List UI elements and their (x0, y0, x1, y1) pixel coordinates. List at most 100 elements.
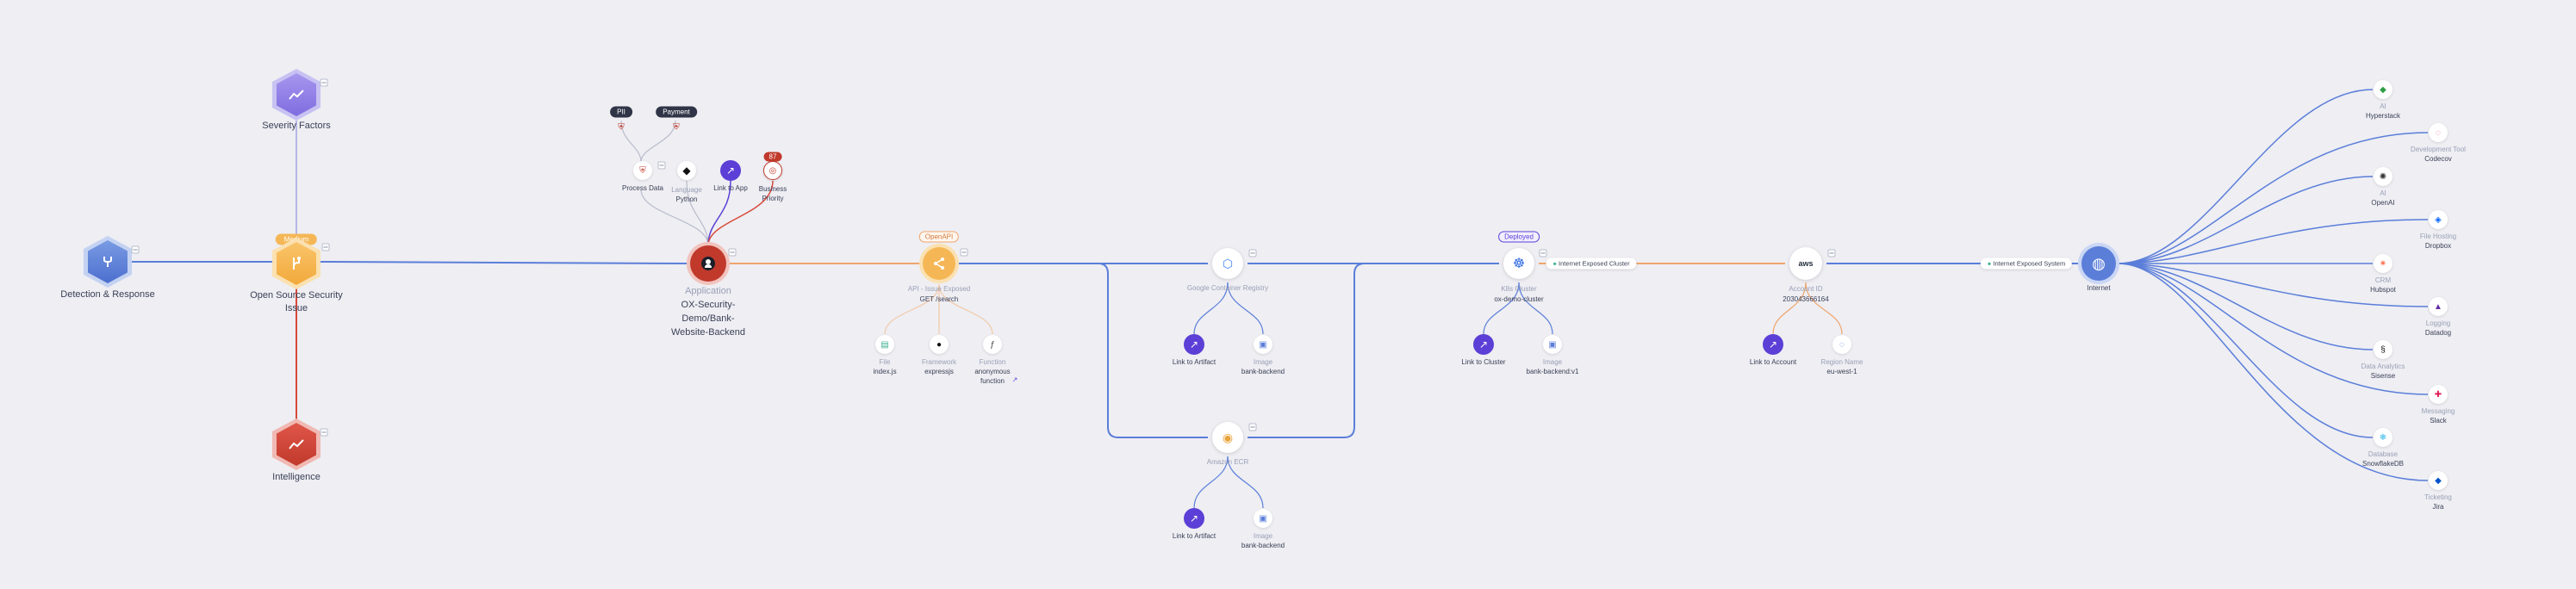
service-label: Development Tool Codecov (2411, 146, 2466, 163)
collapse-toggle[interactable] (1248, 249, 1257, 257)
external-link-icon[interactable]: ↗ (1184, 508, 1204, 529)
image-icon[interactable]: ▣ (1254, 335, 1272, 354)
detection-response-node[interactable] (84, 236, 132, 288)
service-label: CRM Hubspot (2370, 276, 2396, 294)
severity-factors-label: Severity Factors (262, 121, 331, 131)
tag-payment: Payment (656, 106, 697, 118)
amazon-ecr-icon[interactable]: ◉ (1212, 422, 1243, 453)
priority-score-badge: 87 (763, 152, 782, 162)
image-icon[interactable]: ▣ (1543, 335, 1562, 354)
shield-icon: ⛨ (618, 122, 625, 133)
express-icon[interactable]: ● (930, 335, 949, 354)
severity-factors-node[interactable] (272, 69, 320, 121)
external-link-icon[interactable]: ↗ (1473, 334, 1494, 355)
share-icon[interactable] (923, 247, 955, 280)
external-link-icon[interactable]: ↗ (1184, 334, 1204, 355)
jira-icon[interactable]: ◆ (2429, 471, 2448, 490)
fork-icon (88, 240, 128, 283)
collapse-toggle[interactable] (728, 248, 737, 257)
collapse-toggle[interactable] (960, 248, 968, 257)
openapi-badge: OpenAPI (918, 231, 960, 243)
shield-icon[interactable]: ⛨ (633, 161, 652, 180)
image-icon[interactable]: ▣ (1254, 509, 1272, 528)
python-icon[interactable]: ◆ (677, 161, 696, 180)
globe-icon: ● (1987, 259, 1992, 268)
service-label: Logging Datadog (2424, 319, 2452, 337)
tag-pii: PII (610, 106, 632, 118)
chart-line-icon (277, 73, 316, 116)
aws-link-label: Link to Account (1749, 358, 1797, 366)
codecov-icon[interactable]: ◌ (2429, 123, 2448, 142)
process-data-label: Process Data (621, 184, 664, 192)
globe-icon[interactable]: ◍ (2081, 246, 2116, 281)
branch-icon (277, 242, 316, 285)
ecr-image-label: Image bank-backend (1241, 532, 1285, 549)
service-label: File Hosting Dropbox (2419, 232, 2457, 250)
edge-ecr-k8s (1248, 263, 1499, 438)
dropbox-icon[interactable]: ◈ (2429, 210, 2448, 229)
language-label: Language Python (671, 186, 702, 203)
collapse-toggle[interactable] (320, 428, 328, 437)
deployed-badge: Deployed (1498, 231, 1540, 243)
edge-internet-service (2117, 263, 2374, 438)
collapse-toggle[interactable] (1539, 249, 1547, 257)
function-icon[interactable]: ƒ (983, 335, 1002, 354)
internet-label: Internet (2087, 284, 2111, 292)
intelligence-node[interactable] (272, 418, 320, 470)
service-label: Ticketing Jira (2424, 493, 2452, 511)
service-label: AI OpenAI (2371, 189, 2395, 207)
internet-exposed-system-tag: ● Internet Exposed System (1980, 257, 2073, 270)
api-label: API - Issue Exposed GET /search (907, 285, 971, 303)
oss-issue-node[interactable] (272, 238, 320, 289)
target-icon[interactable]: ◎ (763, 161, 782, 180)
external-link-icon[interactable]: ↗ (1012, 376, 1018, 384)
collapse-toggle[interactable] (320, 78, 328, 87)
sisense-icon[interactable]: § (2374, 340, 2392, 359)
kubernetes-icon[interactable]: ☸ (1503, 248, 1534, 279)
gcr-link-label: Link to Artifact (1172, 358, 1216, 366)
edge-payment-processdata (640, 120, 676, 163)
ecr-label: Amazon ECR (1206, 458, 1249, 466)
service-label: Database SnowflakeDB (2361, 450, 2405, 468)
collapse-toggle[interactable] (321, 243, 330, 251)
service-label: AI Hyperstack (2365, 102, 2401, 120)
file-label: File index.js (873, 358, 897, 375)
external-link-icon[interactable]: ↗ (720, 160, 741, 181)
datadog-icon[interactable]: ▲ (2429, 297, 2448, 316)
hyperstack-icon[interactable]: ◆ (2374, 80, 2392, 99)
intelligence-label: Intelligence (272, 472, 320, 482)
file-icon[interactable]: ▤ (875, 335, 894, 354)
edge-oss-app (320, 261, 690, 264)
slack-icon[interactable]: ✚ (2429, 385, 2448, 404)
graph-edges (129, 89, 2429, 509)
k8s-image-label: Image bank-backend:v1 (1526, 358, 1579, 375)
application-label: Application OX-Security- Demo/Bank- Webs… (670, 286, 746, 338)
link-to-app-label: Link to App (713, 184, 748, 192)
snowflake-icon[interactable]: ❄ (2374, 428, 2392, 447)
k8s-label: K8s Cluster ox-demo-cluster (1494, 285, 1544, 303)
collapse-toggle[interactable] (1827, 249, 1836, 257)
collapse-toggle[interactable] (1248, 423, 1257, 431)
openai-icon[interactable]: ✺ (2374, 167, 2392, 186)
external-link-icon[interactable]: ↗ (1763, 334, 1783, 355)
gcr-image-label: Image bank-backend (1241, 358, 1285, 375)
ecr-link-label: Link to Artifact (1172, 532, 1216, 540)
region-icon[interactable]: ◌ (1832, 335, 1851, 354)
application-node[interactable] (690, 245, 726, 282)
service-label: Messaging Slack (2421, 407, 2455, 425)
aws-icon[interactable]: aws (1789, 247, 1822, 280)
shield-icon: ⛨ (673, 122, 680, 133)
collapse-toggle[interactable] (657, 161, 666, 170)
google-cloud-icon[interactable]: ⬡ (1212, 248, 1243, 279)
github-icon (701, 257, 715, 270)
aws-label: Account ID 203043666164 (1783, 285, 1829, 303)
internet-exposed-cluster-tag: ● Internet Exposed Cluster (1546, 257, 1637, 270)
collapse-toggle[interactable] (131, 245, 140, 254)
business-priority-label: Business Priority (758, 185, 787, 202)
gcr-label: Google Container Registry (1186, 284, 1269, 292)
edge-internet-service (2117, 176, 2374, 264)
hubspot-icon[interactable]: ✷ (2374, 254, 2392, 273)
framework-label: Framework expressjs (921, 358, 957, 375)
region-label: Region Name eu-west-1 (1820, 358, 1864, 375)
globe-icon: ● (1552, 259, 1557, 268)
